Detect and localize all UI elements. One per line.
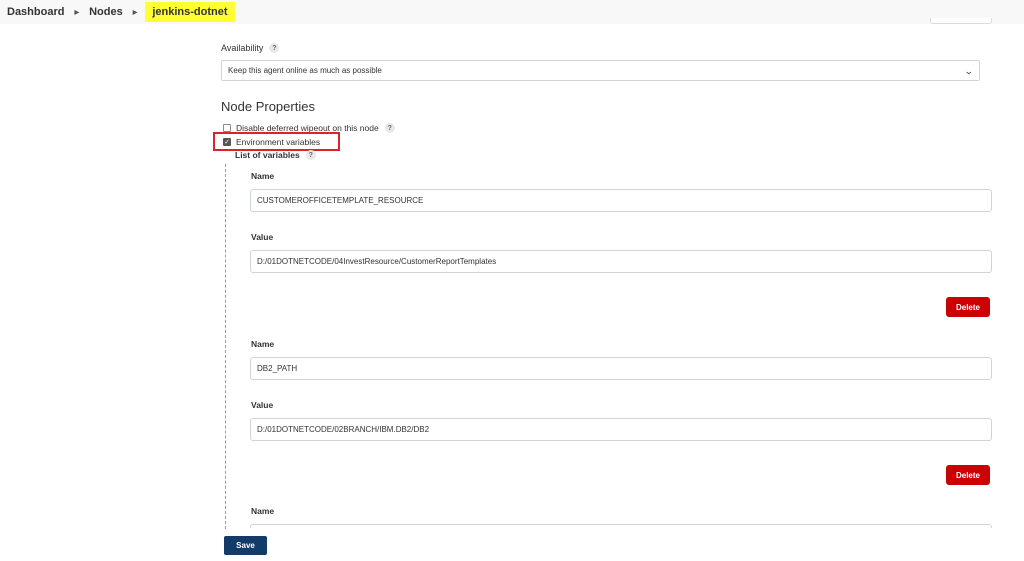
chevron-down-icon: ⌄ <box>964 66 975 76</box>
variable-name-value: DB2_PATH <box>257 364 298 373</box>
help-icon[interactable]: ? <box>269 43 280 53</box>
availability-select[interactable]: Keep this agent online as much as possib… <box>221 60 980 81</box>
breadcrumb-current-node[interactable]: jenkins-dotnet <box>145 2 235 22</box>
list-of-variables-label: List of variables ? <box>235 150 316 160</box>
availability-label: Availability ? <box>221 43 280 53</box>
node-config-form: Availability ? Keep this agent online as… <box>200 24 1024 561</box>
list-of-variables-text: List of variables <box>235 150 300 160</box>
availability-selected-value: Keep this agent online as much as possib… <box>228 66 382 75</box>
variable-value-input[interactable]: D:/01DOTNETCODE/02BRANCH/IBM.DB2/DB2 <box>250 418 992 441</box>
variable-value-label: Value <box>251 400 274 410</box>
help-icon[interactable]: ? <box>305 150 316 160</box>
breadcrumb: Dashboard ▶ Nodes ▶ jenkins-dotnet <box>0 0 1024 24</box>
delete-variable-button[interactable]: Delete <box>946 297 990 317</box>
breadcrumb-nodes[interactable]: Nodes <box>89 6 123 18</box>
variables-list-guide <box>225 164 226 529</box>
variable-name-input[interactable]: CUSTOMEROFFICETEMPLATE_RESOURCE <box>250 189 992 212</box>
delete-variable-button[interactable]: Delete <box>946 465 990 485</box>
variable-name-label: Name <box>251 339 275 349</box>
disable-deferred-wipeout-checkbox[interactable] <box>223 124 231 132</box>
save-button[interactable]: Save <box>224 536 267 555</box>
variable-name-input[interactable]: DB2_PATH <box>250 357 992 380</box>
variable-name-input[interactable] <box>250 524 992 528</box>
breadcrumb-dashboard[interactable]: Dashboard <box>7 6 64 18</box>
variable-name-label: Name <box>251 171 275 181</box>
variable-value-value: D:/01DOTNETCODE/04InvestResource/Custome… <box>257 257 497 266</box>
variable-name-value: CUSTOMEROFFICETEMPLATE_RESOURCE <box>257 196 424 205</box>
variable-value-input[interactable]: D:/01DOTNETCODE/04InvestResource/Custome… <box>250 250 992 273</box>
availability-label-text: Availability <box>221 43 264 53</box>
annotation-highlight-box <box>213 132 340 151</box>
help-icon[interactable]: ? <box>384 123 395 133</box>
chevron-right-icon: ▶ <box>74 9 80 16</box>
chevron-right-icon: ▶ <box>132 9 138 16</box>
node-properties-title: Node Properties <box>221 99 315 114</box>
variable-value-label: Value <box>251 232 274 242</box>
variable-value-value: D:/01DOTNETCODE/02BRANCH/IBM.DB2/DB2 <box>257 425 430 434</box>
variable-name-label: Name <box>251 506 275 516</box>
